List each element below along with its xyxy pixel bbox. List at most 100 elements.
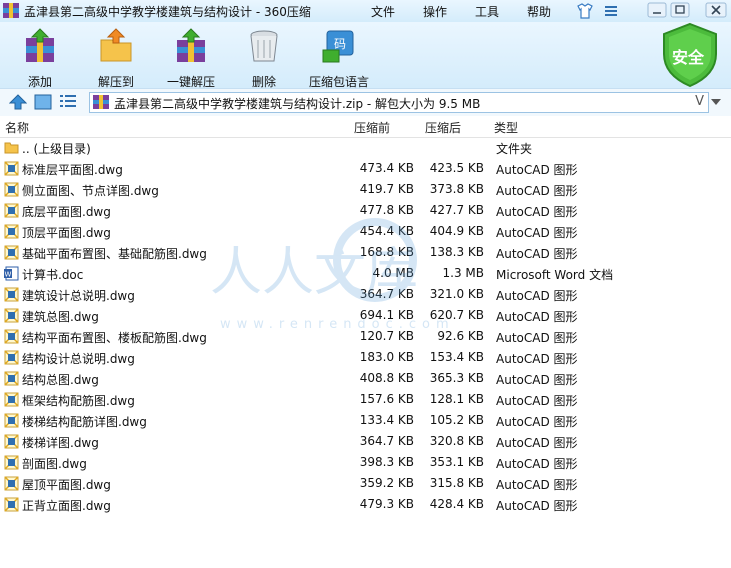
path-field[interactable]: 孟津县第二高级中学教学楼建筑与结构设计.zip - 解包大小为 9.5 MB V xyxy=(89,92,709,113)
file-name: 侧立面图、节点详图.dwg xyxy=(22,184,159,198)
file-row[interactable]: .. (上级目录) 文件夹 xyxy=(0,137,731,158)
column-type[interactable]: 类型 xyxy=(494,119,518,136)
dwg-file-icon xyxy=(4,287,19,302)
one-click-extract-button[interactable]: 一键解压 xyxy=(164,28,218,90)
file-type: AutoCAD 图形 xyxy=(496,478,578,492)
size-after: 138.3 KB xyxy=(429,245,484,259)
menu-list-icon[interactable] xyxy=(602,3,620,19)
file-row[interactable]: 顶层平面图.dwg 454.4 KB 404.9 KB AutoCAD 图形 xyxy=(0,221,731,242)
file-type: 文件夹 xyxy=(496,142,533,156)
dwg-file-icon xyxy=(4,161,19,176)
file-row[interactable]: 结构平面布置图、楼板配筋图.dwg 120.7 KB 92.6 KB AutoCAD … xyxy=(0,326,731,347)
file-name: 剖面图.dwg xyxy=(22,457,87,471)
file-name: 基础平面布置图、基础配筋图.dwg xyxy=(22,247,207,261)
close-button[interactable] xyxy=(705,2,727,18)
column-name[interactable]: 名称 xyxy=(5,119,29,136)
size-after: 128.1 KB xyxy=(429,392,484,406)
size-after: 404.9 KB xyxy=(429,224,484,238)
menu-help[interactable]: 帮助 xyxy=(527,3,551,20)
archive-language-icon: 码 xyxy=(322,30,354,63)
file-row[interactable]: 剖面图.dwg 398.3 KB 353.1 KB AutoCAD 图形 xyxy=(0,452,731,473)
column-header: 名称 压缩前 压缩后 类型 xyxy=(0,116,731,138)
file-name: 框架结构配筋图.dwg xyxy=(22,394,135,408)
size-before: 454.4 KB xyxy=(359,224,414,238)
file-name: 屋顶平面图.dwg xyxy=(22,478,111,492)
dwg-file-icon xyxy=(4,203,19,218)
dwg-file-icon xyxy=(4,182,19,197)
archive-language-button[interactable]: 码 压缩包语言 xyxy=(306,28,372,90)
extract-to-button[interactable]: 解压到 xyxy=(90,28,142,90)
menu-operation[interactable]: 操作 xyxy=(423,3,447,20)
up-arrow-icon[interactable] xyxy=(9,94,27,110)
file-type: AutoCAD 图形 xyxy=(496,205,578,219)
app-icon xyxy=(3,3,19,18)
file-name: 建筑设计总说明.dwg xyxy=(22,289,135,303)
dwg-file-icon xyxy=(4,476,19,491)
file-row[interactable]: 建筑设计总说明.dwg 364.7 KB 321.0 KB AutoCAD 图形 xyxy=(0,284,731,305)
title-bar: 孟津县第二高级中学教学楼建筑与结构设计 - 360压缩 文件 操作 工具 帮助 xyxy=(0,0,731,22)
file-type: AutoCAD 图形 xyxy=(496,226,578,240)
size-after: 105.2 KB xyxy=(429,413,484,427)
size-before: 398.3 KB xyxy=(359,455,414,469)
file-type: Microsoft Word 文档 xyxy=(496,268,614,282)
file-row[interactable]: 楼梯详图.dwg 364.7 KB 320.8 KB AutoCAD 图形 xyxy=(0,431,731,452)
menu-tools[interactable]: 工具 xyxy=(475,3,499,20)
file-row[interactable]: 屋顶平面图.dwg 359.2 KB 315.8 KB AutoCAD 图形 xyxy=(0,473,731,494)
file-type: AutoCAD 图形 xyxy=(496,373,578,387)
thumbnail-view-icon[interactable] xyxy=(34,94,52,110)
file-name: 标准层平面图.dwg xyxy=(22,163,123,177)
column-before[interactable]: 压缩前 xyxy=(354,119,390,136)
path-text: 孟津县第二高级中学教学楼建筑与结构设计.zip - 解包大小为 9.5 MB xyxy=(114,97,481,111)
security-shield[interactable]: 安全 xyxy=(660,22,720,88)
list-view-icon[interactable] xyxy=(59,94,77,110)
size-after: 153.4 KB xyxy=(429,350,484,364)
window-title: 孟津县第二高级中学教学楼建筑与结构设计 - 360压缩 xyxy=(24,5,311,19)
file-type: AutoCAD 图形 xyxy=(496,394,578,408)
file-type: AutoCAD 图形 xyxy=(496,331,578,345)
delete-button[interactable]: 删除 xyxy=(244,28,284,90)
size-before: 477.8 KB xyxy=(359,203,414,217)
file-type: AutoCAD 图形 xyxy=(496,163,578,177)
size-before: 120.7 KB xyxy=(359,329,414,343)
file-row[interactable]: 正背立面图.dwg 479.3 KB 428.4 KB AutoCAD 图形 xyxy=(0,494,731,515)
size-before: 419.7 KB xyxy=(359,182,414,196)
add-button[interactable]: 添加 xyxy=(14,28,66,90)
menu-file[interactable]: 文件 xyxy=(371,3,395,20)
file-row[interactable]: 建筑总图.dwg 694.1 KB 620.7 KB AutoCAD 图形 xyxy=(0,305,731,326)
svg-text:W: W xyxy=(5,271,12,279)
size-before: 364.7 KB xyxy=(359,287,414,301)
file-row[interactable]: 基础平面布置图、基础配筋图.dwg 168.8 KB 138.3 KB AutoCAD… xyxy=(0,242,731,263)
size-before: 359.2 KB xyxy=(359,476,414,490)
file-row[interactable]: 结构设计总说明.dwg 183.0 KB 153.4 KB AutoCAD 图形 xyxy=(0,347,731,368)
file-row[interactable]: 框架结构配筋图.dwg 157.6 KB 128.1 KB AutoCAD 图形 xyxy=(0,389,731,410)
size-before: 364.7 KB xyxy=(359,434,414,448)
skin-icon[interactable] xyxy=(576,3,594,19)
chevron-down-icon[interactable] xyxy=(710,97,722,107)
size-after: 373.8 KB xyxy=(429,182,484,196)
maximize-button[interactable] xyxy=(670,2,690,18)
file-name: 结构设计总说明.dwg xyxy=(22,352,135,366)
column-after[interactable]: 压缩后 xyxy=(425,119,461,136)
history-chevron-icon[interactable]: V xyxy=(695,94,704,109)
file-type: AutoCAD 图形 xyxy=(496,436,578,450)
file-row[interactable]: 结构总图.dwg 408.8 KB 365.3 KB AutoCAD 图形 xyxy=(0,368,731,389)
toolbar: 添加 解压到 一键解压 删除 码 压缩包语言 安全 xyxy=(0,22,731,90)
minimize-button[interactable] xyxy=(647,2,667,18)
size-before: 157.6 KB xyxy=(359,392,414,406)
file-type: AutoCAD 图形 xyxy=(496,310,578,324)
size-before: 694.1 KB xyxy=(359,308,414,322)
size-before: 133.4 KB xyxy=(359,413,414,427)
size-after: 620.7 KB xyxy=(429,308,484,322)
file-name: 结构平面布置图、楼板配筋图.dwg xyxy=(22,331,207,345)
file-row[interactable]: 侧立面图、节点详图.dwg 419.7 KB 373.8 KB AutoCAD 图形 xyxy=(0,179,731,200)
file-row[interactable]: 楼梯结构配筋详图.dwg 133.4 KB 105.2 KB AutoCAD 图形 xyxy=(0,410,731,431)
add-archive-icon xyxy=(26,28,54,62)
size-before: 4.0 MB xyxy=(372,266,414,280)
file-name: .. (上级目录) xyxy=(22,142,91,156)
one-click-extract-icon xyxy=(177,28,205,62)
dwg-file-icon xyxy=(4,413,19,428)
file-row[interactable]: 底层平面图.dwg 477.8 KB 427.7 KB AutoCAD 图形 xyxy=(0,200,731,221)
file-row[interactable]: 标准层平面图.dwg 473.4 KB 423.5 KB AutoCAD 图形 xyxy=(0,158,731,179)
folder-icon xyxy=(4,140,19,155)
file-row[interactable]: W 计算书.doc 4.0 MB 1.3 MB Microsoft Word 文档 xyxy=(0,263,731,284)
